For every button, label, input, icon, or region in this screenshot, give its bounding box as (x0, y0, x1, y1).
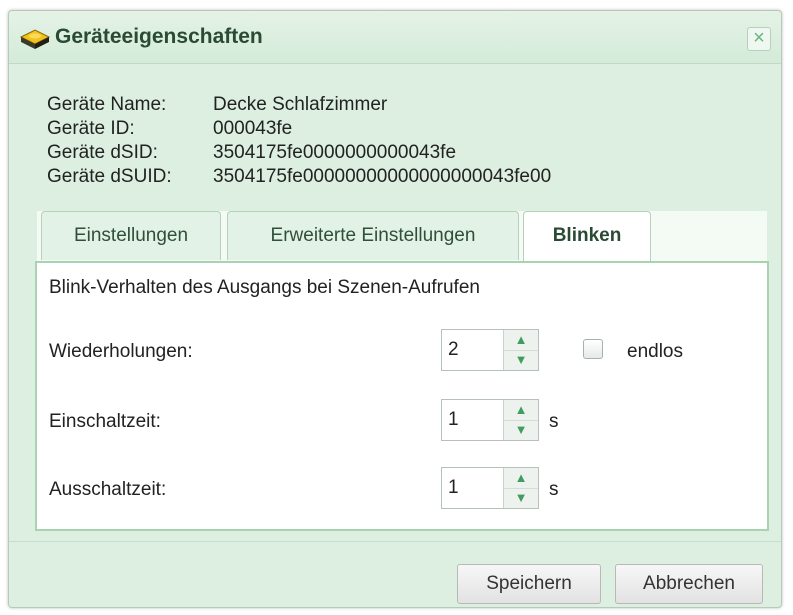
chevron-up-icon[interactable]: ▲ (504, 330, 538, 351)
tab-bar: Einstellungen Erweiterte Einstellungen B… (37, 211, 767, 262)
repetitions-spinner[interactable]: 2 ▲ ▼ (441, 329, 539, 371)
chevron-down-icon[interactable]: ▼ (504, 350, 538, 370)
tab-einstellungen[interactable]: Einstellungen (41, 211, 221, 260)
blink-panel: Blink-Verhalten des Ausgangs bei Szenen-… (35, 261, 769, 531)
close-icon: × (753, 27, 765, 49)
dialog-title: Geräteeigenschaften (55, 25, 263, 48)
spin-buttons: ▲ ▼ (503, 400, 538, 440)
on-time-unit: s (549, 411, 559, 432)
tab-blinken[interactable]: Blinken (523, 211, 651, 262)
device-properties-dialog: Geräteeigenschaften × Geräte Name: Decke … (8, 10, 782, 608)
info-row-dsid: Geräte dSID: 3504175fe0000000000043fe (47, 141, 551, 165)
save-button[interactable]: Speichern (457, 564, 601, 604)
dialog-footer: Speichern Abbrechen (9, 541, 781, 608)
endless-label: endlos (627, 341, 683, 362)
device-icon (19, 25, 51, 51)
info-value: 3504175fe0000000000043fe (213, 142, 457, 163)
info-row-dsuid: Geräte dSUID: 3504175fe000000000000000000… (47, 165, 551, 189)
info-label: Geräte ID: (47, 118, 135, 139)
info-value: 3504175fe00000000000000000043fe00 (213, 166, 552, 187)
title-bar[interactable]: Geräteeigenschaften × (9, 11, 781, 64)
chevron-down-icon[interactable]: ▼ (504, 488, 538, 508)
on-time-spinner[interactable]: 1 ▲ ▼ (441, 399, 539, 441)
repetitions-label: Wiederholungen: (49, 341, 193, 362)
chevron-up-icon[interactable]: ▲ (504, 400, 538, 421)
spin-buttons: ▲ ▼ (503, 330, 538, 370)
off-time-spinner[interactable]: 1 ▲ ▼ (441, 467, 539, 509)
repetitions-value[interactable]: 2 (448, 339, 459, 361)
close-button[interactable]: × (747, 27, 771, 51)
on-time-label: Einschaltzeit: (49, 411, 161, 432)
on-time-value[interactable]: 1 (448, 409, 459, 431)
cancel-button[interactable]: Abbrechen (615, 564, 763, 604)
info-row-name: Geräte Name: Decke Schlafzimmer (47, 93, 551, 117)
endless-checkbox[interactable] (583, 339, 603, 359)
info-label: Geräte dSID: (47, 142, 158, 163)
off-time-unit: s (549, 479, 559, 500)
panel-description: Blink-Verhalten des Ausgangs bei Szenen-… (49, 277, 480, 298)
info-value: Decke Schlafzimmer (213, 94, 388, 115)
info-row-id: Geräte ID: 000043fe (47, 117, 551, 141)
tab-erweiterte-einstellungen[interactable]: Erweiterte Einstellungen (227, 211, 519, 260)
spin-buttons: ▲ ▼ (503, 468, 538, 508)
device-info: Geräte Name: Decke Schlafzimmer Geräte ID… (47, 93, 551, 189)
chevron-up-icon[interactable]: ▲ (504, 468, 538, 489)
info-label: Geräte Name: (47, 94, 167, 115)
info-value: 000043fe (213, 118, 293, 139)
info-label: Geräte dSUID: (47, 166, 172, 187)
off-time-value[interactable]: 1 (448, 477, 459, 499)
chevron-down-icon[interactable]: ▼ (504, 420, 538, 440)
off-time-label: Ausschaltzeit: (49, 479, 167, 500)
